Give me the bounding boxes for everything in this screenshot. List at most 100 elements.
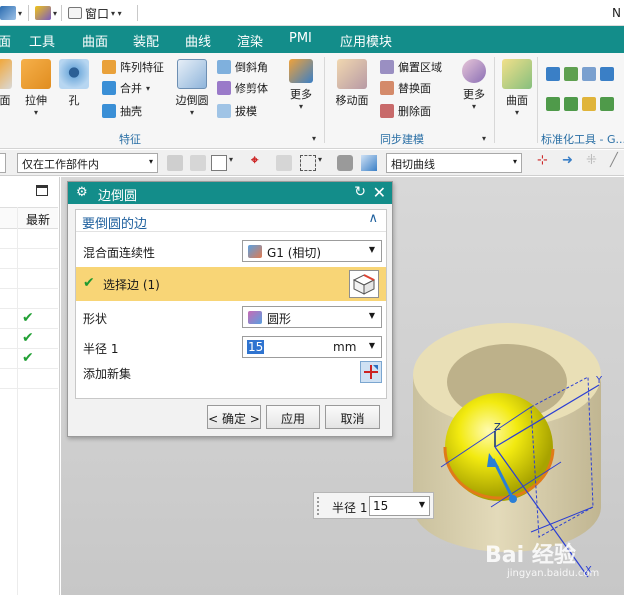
std-tool-3-icon[interactable] bbox=[582, 67, 596, 81]
menu-pmi[interactable]: PMI bbox=[289, 31, 312, 46]
sync-group-label: 同步建模 bbox=[380, 133, 424, 146]
selection-scope-value: 仅在工作部件内 bbox=[22, 158, 99, 171]
maximize-icon[interactable] bbox=[36, 185, 48, 196]
edge-blend-button[interactable]: 边倒圆 ▾ bbox=[172, 59, 212, 117]
solid-body-icon[interactable] bbox=[361, 155, 377, 171]
curve-rule-combo[interactable]: 相切曲线 ▾ bbox=[386, 153, 522, 173]
std-tool-7-icon[interactable] bbox=[582, 97, 596, 111]
offset-region-button[interactable]: 偏置区域 bbox=[380, 59, 442, 75]
feature-group-expand-icon[interactable]: ▾ bbox=[312, 134, 316, 143]
radius-dropdown-icon[interactable]: ▼ bbox=[369, 341, 375, 350]
type-filter-combo[interactable] bbox=[0, 153, 6, 173]
select-edge-button[interactable] bbox=[349, 270, 379, 298]
window-title-fragment: N bbox=[612, 6, 621, 20]
menu-curve[interactable]: 曲线 bbox=[185, 31, 211, 50]
point-snap-icon[interactable] bbox=[276, 155, 292, 171]
touch-mode-icon[interactable]: ▾ bbox=[35, 4, 57, 22]
std-tools-group-label: 标准化工具 - G... bbox=[541, 133, 624, 146]
gear-icon[interactable]: ⚙ bbox=[76, 185, 88, 200]
std-tool-1-icon[interactable] bbox=[546, 67, 560, 81]
select-edge-label: 选择边 (1) bbox=[103, 278, 160, 292]
chain-icon[interactable]: ⁜ bbox=[586, 153, 602, 169]
move-face-button[interactable]: 移动面 bbox=[334, 59, 370, 108]
shape-select[interactable]: 圆形 ▼ bbox=[242, 306, 382, 328]
window-menu-button[interactable]: 窗口 ▾ ▾ bbox=[68, 4, 122, 22]
cancel-button[interactable]: 取消 bbox=[325, 405, 380, 429]
follow-curve-icon[interactable]: ⊹ bbox=[537, 153, 553, 169]
selection-scope-combo[interactable]: 仅在工作部件内 ▾ bbox=[17, 153, 158, 173]
menu-application[interactable]: 应用模块 bbox=[340, 31, 392, 50]
hole-icon bbox=[59, 59, 89, 89]
continuity-select[interactable]: G1 (相切) ▼ bbox=[242, 240, 382, 262]
std-tool-8-icon[interactable] bbox=[600, 97, 614, 111]
floating-radius-input[interactable]: 15 ▼ bbox=[369, 496, 430, 516]
snap-icon[interactable] bbox=[190, 155, 206, 171]
select-edge-row[interactable]: ✔ 选择边 (1) bbox=[76, 267, 386, 301]
reset-icon[interactable]: ↻ bbox=[354, 184, 366, 200]
table-row[interactable] bbox=[0, 249, 58, 269]
eraser-icon[interactable] bbox=[337, 155, 353, 171]
sync-more-icon bbox=[462, 59, 486, 83]
chamfer-button[interactable]: 倒斜角 bbox=[217, 59, 268, 75]
select-mode-dropdown-icon[interactable]: ▾ bbox=[229, 155, 245, 171]
stop-at-intersection-icon[interactable]: ➜ bbox=[562, 153, 578, 169]
apply-button[interactable]: 应用 bbox=[266, 405, 320, 429]
replace-face-button[interactable]: 替换面 bbox=[380, 80, 431, 96]
menu-bar: 面 工具 曲面 装配 曲线 渲染 PMI 应用模块 bbox=[0, 26, 624, 53]
std-tool-2-icon[interactable] bbox=[564, 67, 578, 81]
rectangle-select-dropdown-icon[interactable]: ▾ bbox=[318, 155, 334, 171]
collapse-caret-icon[interactable]: ∧ bbox=[368, 211, 378, 226]
table-row[interactable] bbox=[0, 289, 58, 309]
ok-button[interactable]: < 确定 > bbox=[207, 405, 261, 429]
menu-surface[interactable]: 曲面 bbox=[82, 31, 108, 50]
trim-body-button[interactable]: 修剪体 bbox=[217, 80, 268, 96]
table-row[interactable]: ✔ bbox=[0, 349, 58, 369]
shell-button[interactable]: 抽壳 bbox=[102, 103, 142, 119]
feature-more-button[interactable]: 更多 ▾ bbox=[285, 59, 317, 111]
menu-face[interactable]: 面 bbox=[0, 31, 11, 50]
dialog-title-bar[interactable]: ⚙ 边倒圆 ↻ ✕ bbox=[68, 182, 392, 204]
surface-button[interactable]: 曲面 ▾ bbox=[502, 59, 532, 117]
std-tool-4-icon[interactable] bbox=[600, 67, 614, 81]
shell-label: 抽壳 bbox=[120, 105, 142, 118]
extrude-button[interactable]: 拉伸 ▾ bbox=[19, 59, 53, 117]
select-mode-icon[interactable] bbox=[211, 155, 227, 171]
radius-unit: mm bbox=[333, 340, 357, 354]
pattern-feature-button[interactable]: 阵列特征 bbox=[102, 59, 164, 75]
draft-button[interactable]: 拔模 bbox=[217, 103, 257, 119]
unite-button[interactable]: 合并 ▾ bbox=[102, 80, 150, 96]
trim-body-icon bbox=[217, 81, 231, 95]
table-row[interactable]: ✔ bbox=[0, 309, 58, 329]
edges-section-header[interactable]: 要倒圆的边 ∧ bbox=[76, 210, 386, 232]
menu-render[interactable]: 渲染 bbox=[237, 31, 263, 50]
menu-tools[interactable]: 工具 bbox=[29, 31, 55, 50]
unite-icon bbox=[102, 81, 116, 95]
add-new-set-button[interactable] bbox=[360, 361, 382, 383]
delete-face-label: 删除面 bbox=[398, 105, 431, 118]
table-row[interactable]: ✔ bbox=[0, 329, 58, 349]
table-row[interactable] bbox=[0, 269, 58, 289]
line-tool-icon[interactable]: ╱ bbox=[610, 153, 624, 169]
rectangle-select-icon[interactable] bbox=[300, 155, 316, 171]
sync-group-expand-icon[interactable]: ▾ bbox=[482, 134, 486, 143]
radius-input[interactable]: 15 mm ▼ bbox=[242, 336, 382, 358]
hole-button[interactable]: 孔 bbox=[59, 59, 89, 108]
watermark-logo: Bai 经验 bbox=[485, 543, 576, 568]
menu-assembly[interactable]: 装配 bbox=[133, 31, 159, 50]
save-icon[interactable]: ▾ bbox=[0, 4, 22, 22]
sync-more-button[interactable]: 更多 ▾ bbox=[458, 59, 490, 111]
table-row[interactable] bbox=[0, 369, 58, 389]
close-icon[interactable]: ✕ bbox=[373, 183, 386, 202]
select-feature-icon[interactable] bbox=[167, 155, 183, 171]
std-tool-5-icon[interactable] bbox=[546, 97, 560, 111]
drag-grip-icon[interactable] bbox=[317, 497, 321, 515]
part-navigator: 最新 ✔ ✔ ✔ bbox=[0, 177, 60, 595]
delete-face-button[interactable]: 删除面 bbox=[380, 103, 431, 119]
std-tool-6-icon[interactable] bbox=[564, 97, 578, 111]
std-tools-row2 bbox=[546, 97, 618, 111]
face-button[interactable]: 面 bbox=[0, 59, 18, 108]
continuity-label: 混合面连续性 bbox=[83, 246, 156, 260]
filter-icon[interactable]: ⌖ bbox=[251, 153, 267, 169]
table-row[interactable] bbox=[0, 229, 58, 249]
column-latest-header[interactable]: 最新 bbox=[26, 211, 50, 228]
